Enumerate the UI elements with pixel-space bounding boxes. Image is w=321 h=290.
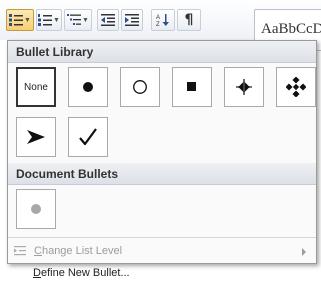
svg-text:Z: Z <box>156 22 160 27</box>
four-diamonds-icon <box>236 79 252 95</box>
define-new-bullet-label: Define New Bullet... <box>33 267 130 279</box>
bullet-none-label: None <box>24 81 48 93</box>
chevron-down-icon[interactable]: ▼ <box>82 17 89 24</box>
bullet-diamond-star[interactable] <box>276 67 316 107</box>
style-preview[interactable]: AaBbCcD <box>261 21 321 38</box>
document-bullets-title: Document Bullets <box>16 167 119 181</box>
numbering-button[interactable]: ▼ <box>36 9 62 31</box>
gray-circle-icon <box>31 204 41 214</box>
bullets-dropdown: Bullet Library None Document Bullets Cha… <box>7 40 317 264</box>
submenu-arrow-icon <box>302 248 306 256</box>
bullet-library-header: Bullet Library <box>8 41 316 63</box>
multilevel-list-button[interactable]: ▼ <box>64 9 92 31</box>
bullet-hollow-circle[interactable] <box>120 67 160 107</box>
bullet-checkmark[interactable] <box>68 117 108 157</box>
increase-indent-button[interactable] <box>121 9 143 31</box>
show-hide-button[interactable]: ¶ <box>177 9 201 31</box>
increase-indent-icon <box>125 14 139 26</box>
numbering-icon <box>38 14 53 26</box>
svg-text:A: A <box>156 15 160 21</box>
arrowhead-icon <box>27 130 45 144</box>
ribbon-toolbar: ▼ ▼ ▼ A Z ¶ AaBbCcD <box>0 0 321 51</box>
filled-square-icon <box>187 82 196 91</box>
bullet-four-diamonds[interactable] <box>224 67 264 107</box>
define-new-bullet-item[interactable]: Define New Bullet... <box>7 263 315 287</box>
document-bullets-header: Document Bullets <box>8 163 316 185</box>
document-bullet-gray-circle[interactable] <box>16 189 56 229</box>
pilcrow-icon: ¶ <box>184 12 194 28</box>
sort-button[interactable]: A Z <box>151 9 175 31</box>
bullet-filled-square[interactable] <box>172 67 212 107</box>
decrease-indent-button[interactable] <box>97 9 119 31</box>
bullets-icon <box>9 14 24 26</box>
bullet-library-title: Bullet Library <box>16 45 94 59</box>
multilevel-list-icon <box>67 14 82 25</box>
bullets-button[interactable]: ▼ <box>6 9 34 31</box>
bullet-filled-circle[interactable] <box>68 67 108 107</box>
change-list-level-icon <box>14 246 26 256</box>
bullet-arrowhead[interactable] <box>16 117 56 157</box>
change-list-level-item[interactable]: Change List Level <box>8 240 316 264</box>
change-list-level-label: Change List Level <box>34 245 123 257</box>
diamond-star-icon <box>286 77 306 97</box>
decrease-indent-icon <box>101 14 115 26</box>
filled-circle-icon <box>83 82 93 92</box>
chevron-down-icon[interactable]: ▼ <box>24 17 31 24</box>
bullet-none[interactable]: None <box>16 67 56 107</box>
checkmark-icon <box>79 128 97 146</box>
hollow-circle-icon <box>133 80 147 94</box>
menu-separator <box>8 237 316 238</box>
chevron-down-icon[interactable]: ▼ <box>53 17 60 24</box>
sort-icon: A Z <box>156 14 169 27</box>
